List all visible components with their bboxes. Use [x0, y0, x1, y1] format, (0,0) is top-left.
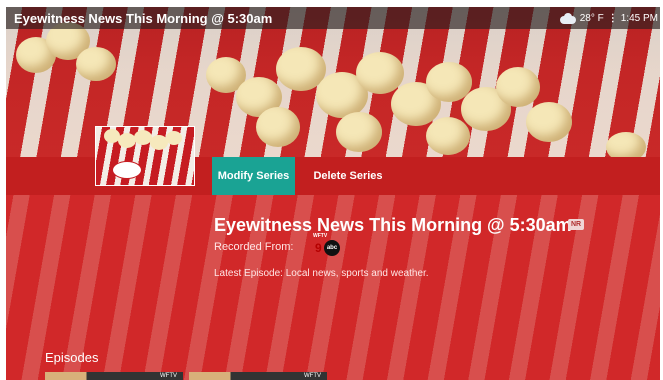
tv-screen: Eyewitness News This Morning @ 5:30am 28…: [6, 7, 660, 380]
status-bar: Eyewitness News This Morning @ 5:30am 28…: [6, 7, 660, 29]
episode-thumbnail[interactable]: WFTV: [189, 372, 327, 380]
temperature: 28° F: [579, 12, 604, 24]
modify-series-button[interactable]: Modify Series: [212, 157, 295, 195]
episode-thumbnail[interactable]: WFTV: [45, 372, 183, 380]
clock: 1:45 PM: [620, 12, 658, 24]
series-title: Eyewitness News This Morning @ 5:30am: [214, 215, 572, 235]
page-title: Eyewitness News This Morning @ 5:30am: [14, 10, 273, 26]
popcorn-label: [112, 161, 142, 179]
menu-icon[interactable]: ⋮: [608, 13, 618, 24]
latest-episode-description: Latest Episode: Local news, sports and w…: [214, 268, 429, 279]
episodes-heading: Episodes: [45, 350, 99, 365]
delete-series-button[interactable]: Delete Series: [303, 157, 393, 195]
series-thumbnail: [95, 126, 195, 186]
cloud-icon: [558, 12, 576, 24]
status-info: 28° F ⋮ 1:45 PM: [558, 12, 660, 24]
rating-badge: NR: [568, 219, 585, 230]
station-logo: WFTV 9 abc: [313, 233, 343, 259]
recorded-from-label: Recorded From:: [214, 241, 294, 253]
